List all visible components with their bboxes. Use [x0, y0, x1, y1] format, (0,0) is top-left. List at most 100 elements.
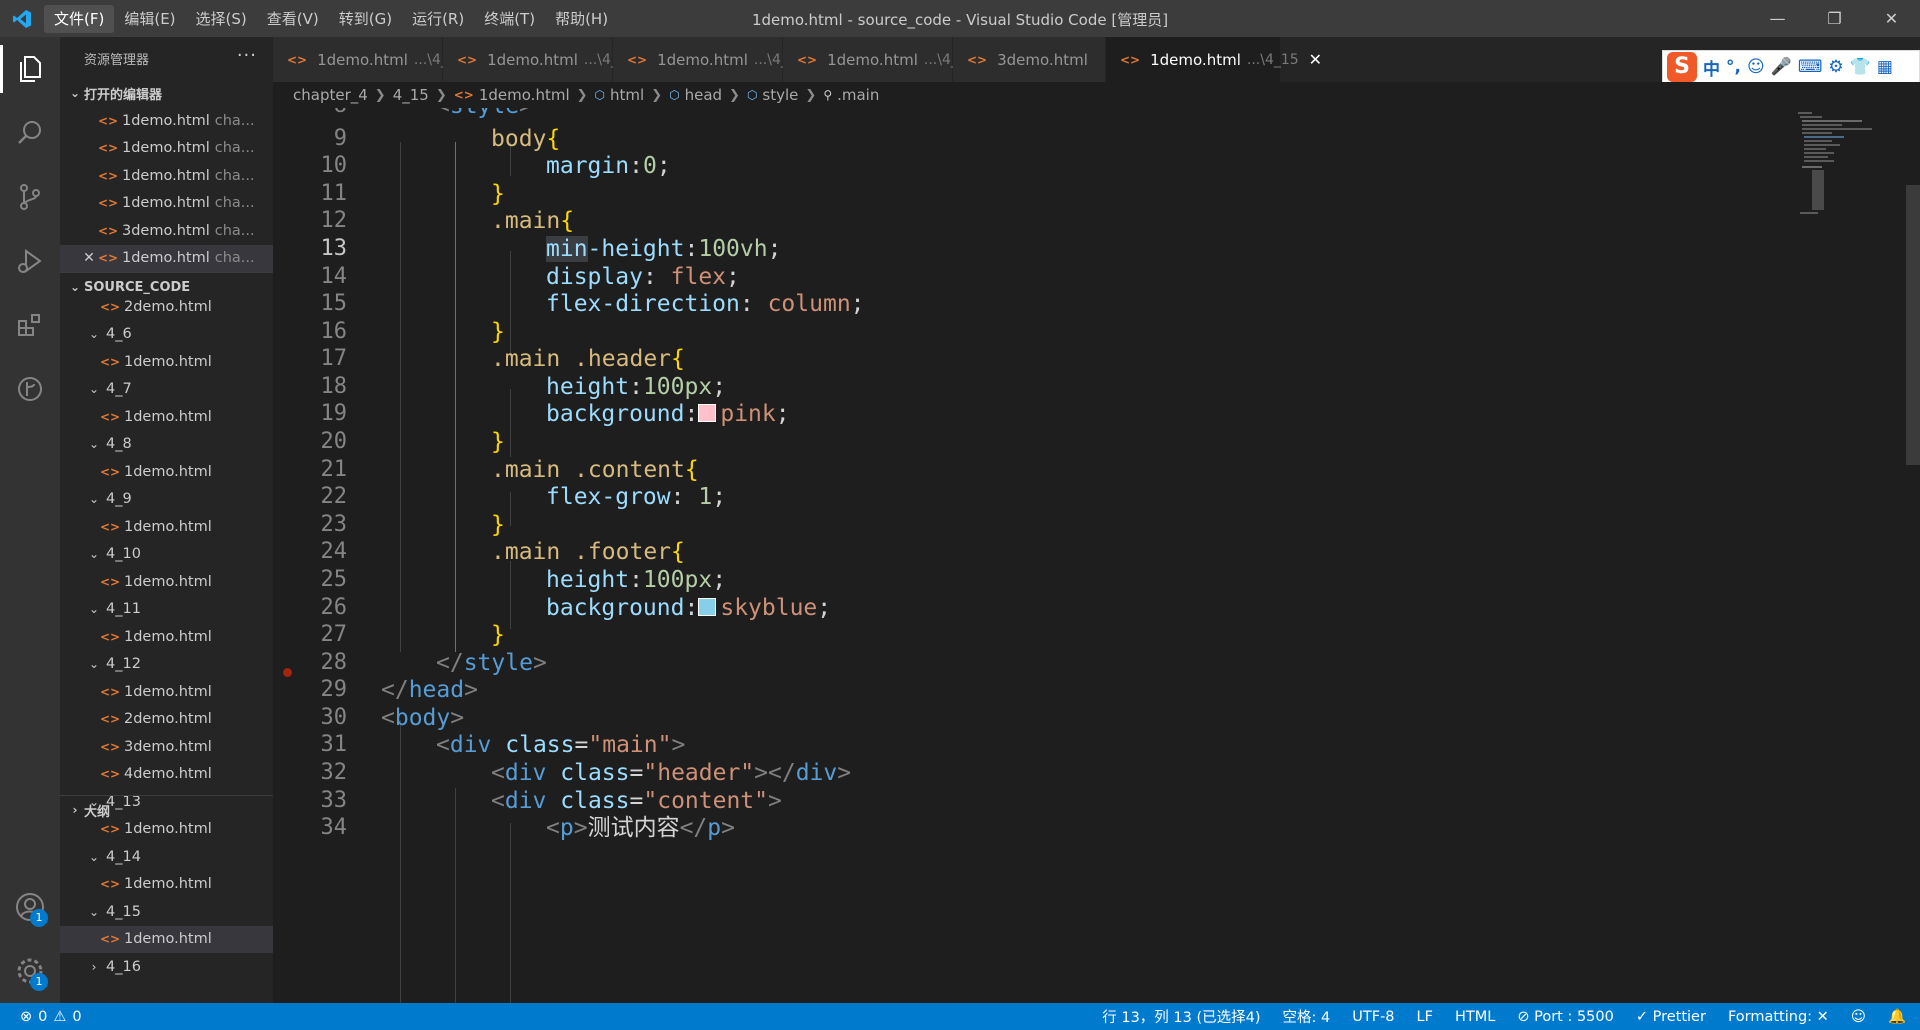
file-item[interactable]: <> 1demo.html	[60, 925, 273, 953]
ime-grid-icon[interactable]: ▦	[1877, 57, 1893, 77]
open-editor-item[interactable]: <> 1demo.html cha...	[60, 190, 273, 218]
file-item[interactable]: <> 1demo.html	[60, 568, 273, 596]
live-server-port[interactable]: ⊘ Port : 5500	[1517, 1009, 1614, 1025]
close-window-button[interactable]: ✕	[1863, 0, 1920, 37]
file-item[interactable]: <> 1demo.html	[60, 348, 273, 376]
open-editors-section[interactable]: ⌄ 打开的编辑器	[60, 79, 273, 107]
prettier-status[interactable]: ✓ Prettier	[1636, 1009, 1706, 1025]
breadcrumb-item[interactable]: 4_15	[393, 86, 429, 104]
warning-count: 0	[72, 1008, 82, 1025]
cursor-position[interactable]: 行 13，列 13 (已选择4)	[1102, 1006, 1260, 1027]
folder-item[interactable]: ⌄ 4_8	[60, 431, 273, 459]
editor-tab[interactable]: <> 1demo.html ...\4_12	[783, 37, 976, 82]
ime-skin-icon[interactable]: 👕	[1850, 57, 1871, 77]
file-item[interactable]: <> 1demo.html	[60, 458, 273, 486]
ime-keyboard-icon[interactable]: ⌨	[1798, 57, 1823, 77]
file-item[interactable]: <> 1demo.html	[60, 403, 273, 431]
outline-title: 大纲	[84, 804, 111, 820]
menu-run[interactable]: 运行(R)	[402, 5, 474, 33]
breadcrumb-item[interactable]: chapter_4	[293, 86, 368, 104]
feedback-icon[interactable]: ☺	[1851, 1009, 1866, 1025]
breadcrumb-item[interactable]: style	[762, 86, 798, 104]
code-line: 34 <p>测试内容</p>	[320, 815, 736, 841]
file-item[interactable]: <> 1demo.html	[60, 871, 273, 899]
outline-section[interactable]: › 大纲	[60, 796, 273, 824]
open-editor-item[interactable]: <> 1demo.html cha...	[60, 107, 273, 135]
ime-mic-icon[interactable]: 🎤	[1771, 57, 1792, 77]
folder-item[interactable]: ⌄ 4_11	[60, 596, 273, 624]
folder-item[interactable]: ⌄ 4_7	[60, 376, 273, 404]
problems-indicator[interactable]: ⊗ 0 ⚠ 0	[0, 1009, 82, 1025]
open-editor-item[interactable]: <> 3demo.html cha...	[60, 217, 273, 245]
pink-color-swatch[interactable]	[698, 404, 717, 422]
breadcrumb-item[interactable]: html	[610, 86, 644, 104]
git-graph-button[interactable]	[0, 357, 60, 421]
editor-tab[interactable]: <> 1demo.html ...\4_11	[613, 37, 806, 82]
breadcrumb-item[interactable]: 1demo.html	[479, 86, 570, 104]
file-item[interactable]: <> 2demo.html	[60, 293, 273, 321]
minimize-button[interactable]: —	[1749, 0, 1806, 37]
ime-lang-button[interactable]: 中	[1703, 55, 1720, 80]
folder-item[interactable]: ⌄ 4_12	[60, 651, 273, 679]
skyblue-color-swatch[interactable]	[698, 598, 717, 616]
encoding[interactable]: UTF-8	[1352, 1009, 1394, 1025]
run-debug-button[interactable]	[0, 229, 60, 293]
file-item[interactable]: <> 1demo.html	[60, 678, 273, 706]
ime-emoji-icon[interactable]: ☺	[1747, 57, 1765, 77]
ime-punct-button[interactable]: °,	[1726, 57, 1741, 77]
html-file-icon: <>	[100, 739, 121, 754]
folder-item[interactable]: ⌄ 4_15	[60, 898, 273, 926]
folder-item[interactable]: › 4_16	[60, 953, 273, 981]
close-icon[interactable]: ✕	[80, 250, 98, 266]
vertical-scrollbar[interactable]	[1906, 185, 1920, 465]
menu-help[interactable]: 帮助(H)	[545, 5, 618, 33]
accounts-button[interactable]: 1	[0, 875, 60, 939]
end-of-line[interactable]: LF	[1417, 1009, 1433, 1025]
menu-terminal[interactable]: 终端(T)	[474, 5, 545, 33]
folder-item[interactable]: ⌄ 4_10	[60, 541, 273, 569]
file-item[interactable]: <> 4demo.html	[60, 761, 273, 789]
menu-go[interactable]: 转到(G)	[329, 5, 402, 33]
tab-label: 1demo.html	[657, 50, 748, 69]
editor-tab[interactable]: <> 3demo.html	[953, 37, 1106, 82]
editor-tab[interactable]: <> 1demo.html ...\4_15 ✕	[1106, 37, 1322, 82]
code-editor[interactable]: 8<style> 9body{ 10margin:0; 11} 12.main{…	[273, 108, 1920, 1003]
file-item[interactable]: <> 3demo.html	[60, 733, 273, 761]
language-mode[interactable]: HTML	[1455, 1009, 1495, 1025]
sogou-logo-icon[interactable]: S	[1667, 52, 1697, 82]
notifications-bell-icon[interactable]: 🔔	[1888, 1008, 1906, 1025]
breadcrumb-item[interactable]: .main	[837, 86, 879, 104]
source-control-button[interactable]	[0, 165, 60, 229]
folder-item[interactable]: ⌄ 4_14	[60, 843, 273, 871]
file-item[interactable]: <> 2demo.html	[60, 706, 273, 734]
menu-selection[interactable]: 选择(S)	[186, 5, 257, 33]
menu-file[interactable]: 文件(F)	[44, 4, 115, 33]
sidebar-title: 资源管理器	[84, 52, 150, 68]
manage-button[interactable]: 1	[0, 939, 60, 1003]
explorer-button[interactable]	[0, 37, 60, 101]
open-editor-item[interactable]: ✕ <> 1demo.html cha...	[60, 244, 273, 272]
open-editor-item[interactable]: <> 1demo.html cha...	[60, 135, 273, 163]
editor-tab[interactable]: <> 1demo.html ...\4_6	[273, 37, 457, 82]
tab-label: 1demo.html	[1150, 50, 1241, 69]
search-button[interactable]	[0, 101, 60, 165]
file-item[interactable]: <> 1demo.html	[60, 513, 273, 541]
editor-tab[interactable]: <> 1demo.html ...\4_9	[443, 37, 627, 82]
folder-item[interactable]: ⌄ 4_6	[60, 321, 273, 349]
menu-edit[interactable]: 编辑(E)	[114, 5, 185, 33]
more-actions-icon[interactable]: ···	[237, 45, 257, 66]
extensions-button[interactable]	[0, 293, 60, 357]
folder-item[interactable]: ⌄ 4_9	[60, 486, 273, 514]
ime-tools-icon[interactable]: ⚙	[1828, 57, 1843, 77]
open-editor-item[interactable]: <> 1demo.html cha...	[60, 162, 273, 190]
close-tab-icon[interactable]: ✕	[1309, 50, 1322, 69]
menu-view[interactable]: 查看(V)	[257, 5, 329, 33]
minimap[interactable]	[1798, 108, 1908, 228]
formatting-status[interactable]: Formatting: ✕	[1728, 1009, 1829, 1025]
breadcrumb-item[interactable]: head	[685, 86, 722, 104]
indentation[interactable]: 空格: 4	[1283, 1006, 1331, 1027]
html-file-icon: <>	[98, 223, 119, 238]
restore-button[interactable]: ❐	[1806, 0, 1863, 37]
title-bar: 文件(F) 编辑(E) 选择(S) 查看(V) 转到(G) 运行(R) 终端(T…	[0, 0, 1920, 37]
file-item[interactable]: <> 1demo.html	[60, 623, 273, 651]
